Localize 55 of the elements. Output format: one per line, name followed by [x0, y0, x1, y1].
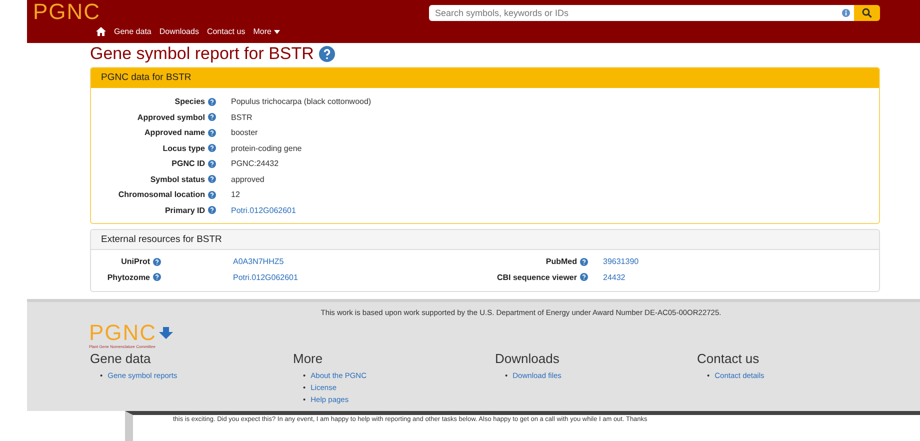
footer-heading: Downloads	[495, 351, 560, 367]
field-label: Symbol status	[150, 174, 205, 184]
help-icon[interactable]	[208, 98, 216, 106]
field-value: protein-coding gene	[231, 144, 302, 153]
info-icon	[842, 9, 850, 17]
nav-link[interactable]: Downloads	[159, 27, 199, 36]
help-icon[interactable]	[208, 190, 216, 199]
footer-heading: Gene data	[90, 351, 152, 367]
help-icon[interactable]	[208, 144, 216, 152]
field-label: PubMed	[546, 257, 577, 266]
help-icon[interactable]	[153, 273, 161, 282]
page-title: Gene symbol report for BSTR	[90, 44, 314, 64]
help-icon[interactable]	[318, 46, 335, 62]
field-label: Approved symbol	[137, 112, 205, 122]
footer-logo: PGNC	[89, 323, 157, 343]
nav-link[interactable]: Contact us	[206, 27, 246, 36]
value-link[interactable]: 24432	[603, 272, 626, 282]
value-link[interactable]: 39631390	[603, 257, 639, 266]
search-button[interactable]	[854, 5, 880, 21]
search-icon	[862, 8, 872, 18]
help-icon[interactable]	[208, 128, 216, 137]
help-icon[interactable]	[580, 273, 588, 282]
field-value: approved	[231, 174, 264, 184]
help-icon[interactable]	[208, 160, 216, 168]
search-field[interactable]: Search symbols, keywords or IDs	[429, 5, 854, 21]
field-label: Locus type	[162, 144, 205, 153]
field-value: PGNC:24432	[231, 159, 279, 168]
field-label: Species	[174, 97, 205, 106]
field-label: PGNC ID	[172, 159, 205, 168]
field-label: CBI sequence viewer	[496, 272, 577, 282]
value-link[interactable]: A0A3N7HHZ5	[233, 257, 284, 266]
field-value: Populus trichocarpa (black cottonwood)	[231, 97, 372, 106]
footer-heading: More	[293, 351, 324, 367]
panel-header: PGNC data for BSTR	[91, 68, 879, 88]
help-icon[interactable]	[208, 175, 216, 184]
field-label: Approved name	[144, 128, 205, 138]
panel-header: External resources for BSTR	[91, 230, 879, 250]
help-icon[interactable]	[208, 113, 216, 122]
field-value: booster	[231, 128, 258, 138]
help-icon[interactable]	[153, 258, 161, 266]
help-icon[interactable]	[580, 258, 588, 266]
nav-link[interactable]: Gene data	[114, 27, 152, 36]
footer-heading: Contact us	[697, 351, 760, 367]
nav-link[interactable]: More	[253, 27, 280, 36]
field-label: UniProt	[121, 257, 150, 266]
field-value: 12	[231, 190, 240, 200]
field-label: Chromosomal location	[118, 190, 205, 200]
home-icon[interactable]	[96, 27, 106, 36]
field-value: BSTR	[231, 112, 252, 122]
value-link[interactable]: Potri.012G062601	[231, 206, 296, 215]
field-label: Primary ID	[164, 206, 205, 215]
field-label: Phytozome	[107, 272, 150, 282]
value-link[interactable]: Potri.012G062601	[233, 272, 298, 282]
logo-text[interactable]: PGNC	[33, 1, 101, 23]
help-icon[interactable]	[208, 206, 216, 214]
